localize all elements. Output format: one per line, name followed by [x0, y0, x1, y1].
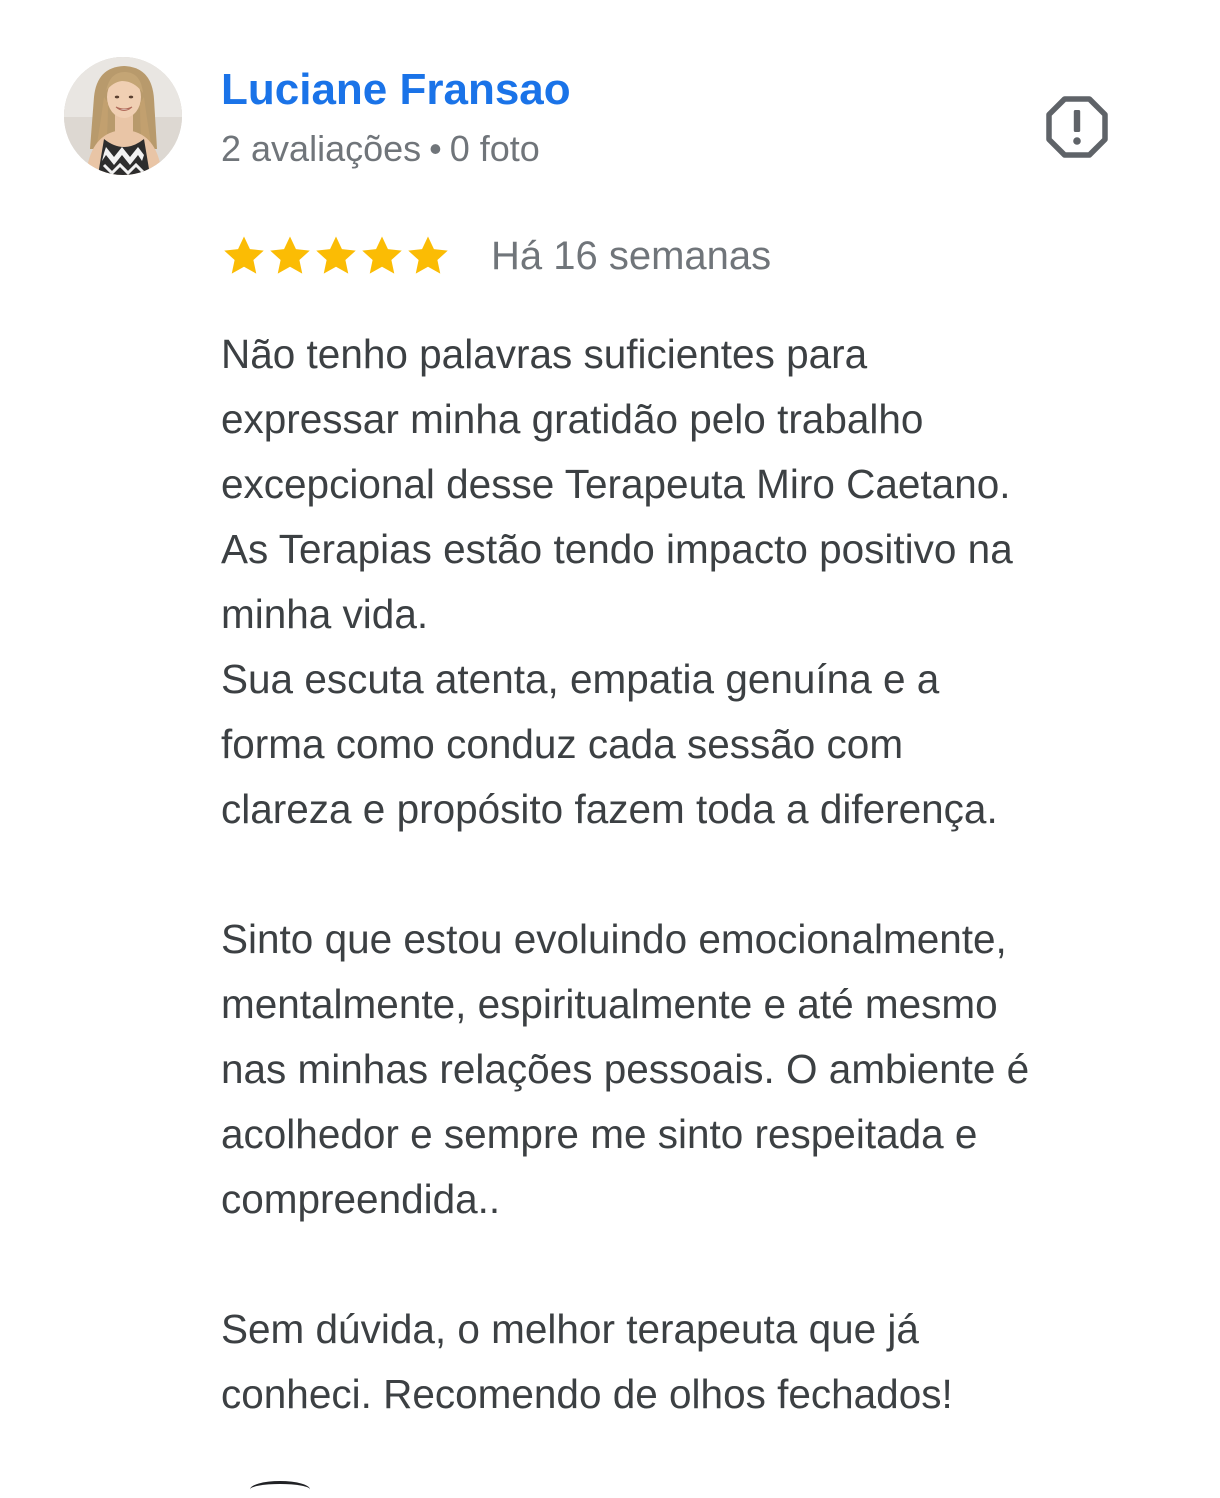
reviewer-meta: 2 avaliações • 0 foto — [221, 126, 540, 172]
paragraph-break — [221, 1232, 1181, 1297]
review-text-line: As Terapias estão tendo impacto positivo… — [221, 526, 1013, 572]
star-icon — [408, 236, 448, 274]
star-icon — [224, 236, 264, 274]
review-text-line: compreendida.. — [221, 1176, 501, 1222]
review-text-line: Sem dúvida, o melhor terapeuta que já — [221, 1306, 919, 1352]
paragraph-break — [221, 842, 1181, 907]
review-text-line: forma como conduz cada sessão com — [221, 721, 904, 767]
star-icon — [362, 236, 402, 274]
reviews-count: 2 avaliações — [221, 128, 422, 169]
reviewer-name[interactable]: Luciane Fransao — [221, 62, 571, 118]
review-text-line: mentalmente, espiritualmente e até mesmo — [221, 981, 998, 1027]
review-text-line: nas minhas relações pessoais. O ambiente… — [221, 1046, 1030, 1092]
review-text-line: acolhedor e sempre me sinto respeitada e — [221, 1111, 978, 1157]
review-text-line: Sinto que estou evoluindo emocionalmente… — [221, 916, 1007, 962]
review-text-line: expressar minha gratidão pelo trabalho — [221, 396, 924, 442]
avatar-photo — [64, 57, 182, 175]
review-date: Há 16 semanas — [491, 234, 772, 278]
star-icon — [316, 236, 356, 274]
review-text-line: Sua escuta atenta, empatia genuína e a — [221, 656, 940, 702]
photos-count: 0 foto — [449, 128, 540, 169]
report-review-button[interactable] — [1040, 90, 1114, 164]
next-item-edge — [250, 1481, 310, 1498]
meta-separator: • — [429, 128, 442, 169]
review-text-line: Não tenho palavras suficientes para — [221, 331, 868, 377]
avatar[interactable] — [64, 57, 182, 175]
report-octagon-icon — [1046, 96, 1108, 158]
review-card: Luciane Fransao 2 avaliações • 0 foto Há 1… — [0, 0, 1220, 1488]
review-text-line: clareza e propósito fazem toda a diferen… — [221, 786, 998, 832]
review-text-line: conheci. Recomendo de olhos fechados! — [221, 1371, 953, 1417]
rating-row: Há 16 semanas — [221, 228, 771, 284]
review-text-line: excepcional desse Terapeuta Miro Caetano… — [221, 461, 1011, 507]
review-text-line: minha vida. — [221, 591, 429, 637]
star-rating — [221, 233, 451, 279]
star-icon — [270, 236, 310, 274]
review-text: Não tenho palavras suficientes para expre… — [221, 322, 1181, 1427]
